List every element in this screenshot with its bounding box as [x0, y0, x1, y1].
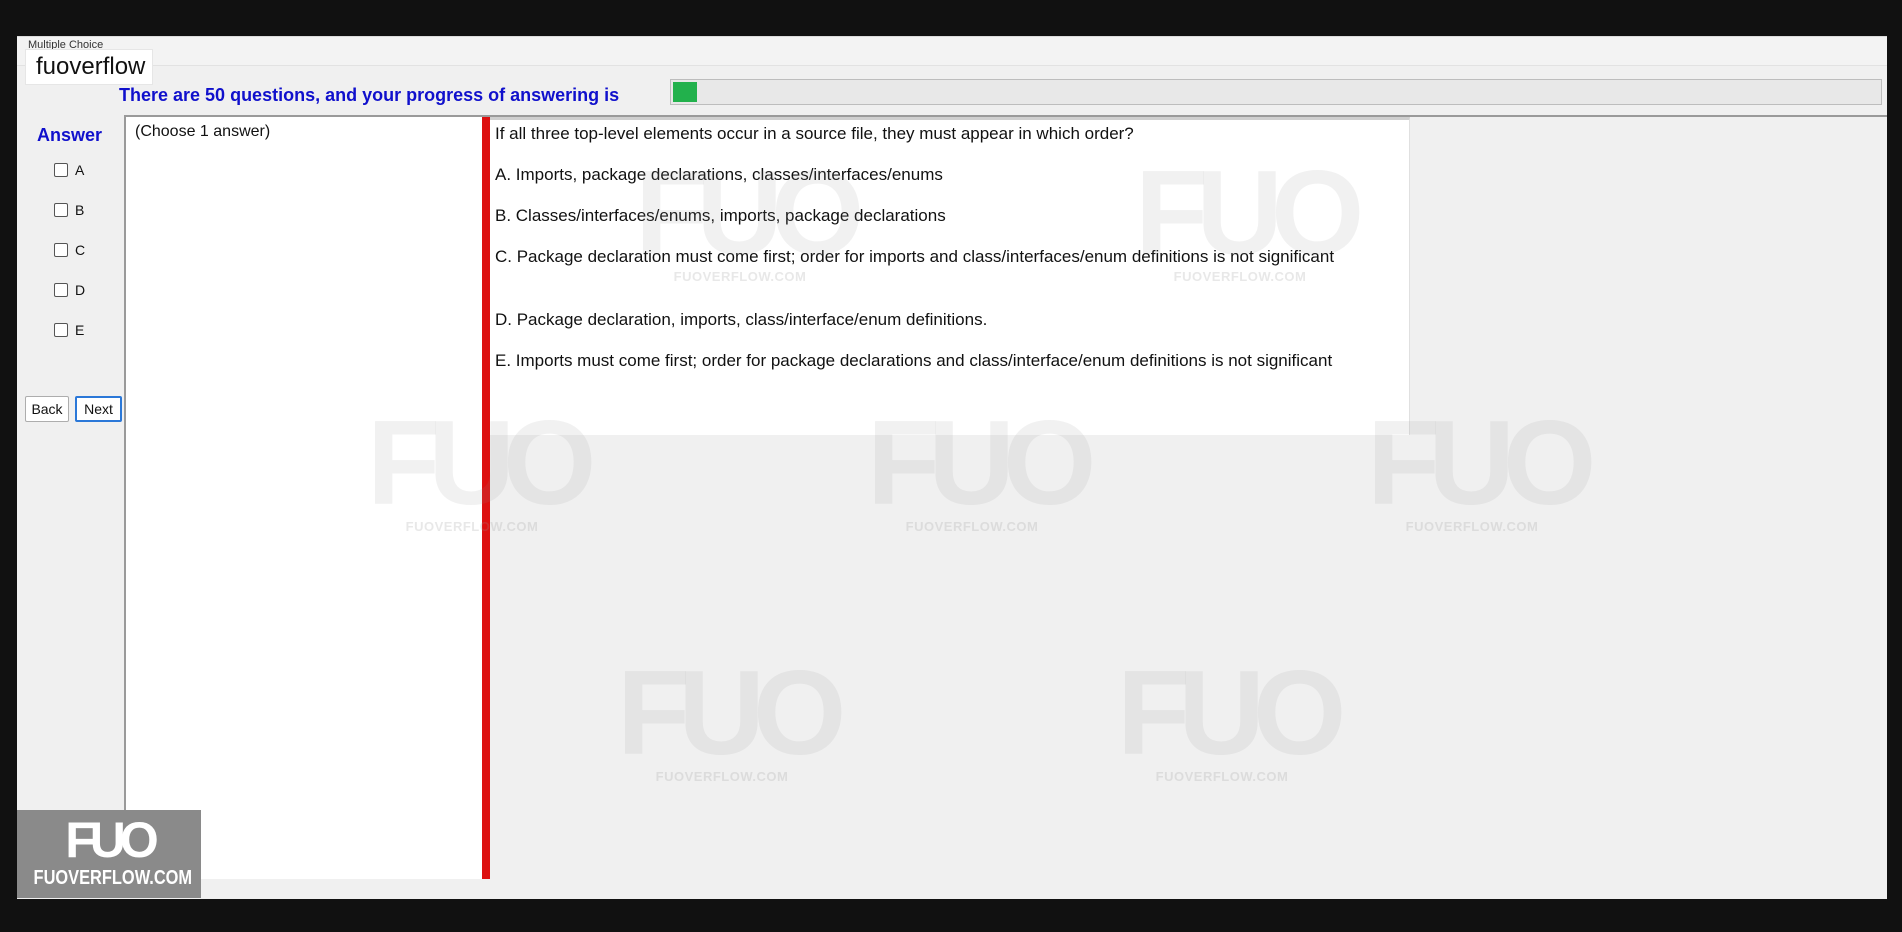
back-button[interactable]: Back	[25, 396, 69, 422]
title-strip: Multiple Choice	[17, 37, 1887, 66]
option-label-e: E	[75, 322, 85, 338]
checkbox-a[interactable]	[54, 163, 68, 177]
quiz-window: Multiple Choice fuoverflow There are 50 …	[17, 36, 1887, 899]
choice-e: E. Imports must come first; order for pa…	[495, 351, 1333, 370]
fuoverflow-logo: FUO FUOVERFLOW.COM	[17, 810, 201, 898]
next-button[interactable]: Next	[75, 396, 122, 422]
progress-fill	[673, 82, 697, 102]
question-text: If all three top-level elements occur in…	[495, 124, 1134, 143]
checkbox-b[interactable]	[54, 203, 68, 217]
watermark: FUO FUOVERFLOW.COM	[1367, 396, 1596, 534]
watermark: FUO FUOVERFLOW.COM	[1135, 146, 1364, 284]
logo-mark: FUO	[65, 812, 159, 868]
brand-label: fuoverflow	[25, 49, 153, 85]
answer-option-e[interactable]: E	[54, 322, 84, 338]
logo-site: FUOVERFLOW.COM	[33, 867, 193, 889]
checkbox-e[interactable]	[54, 323, 68, 337]
answer-option-c[interactable]: C	[54, 242, 85, 258]
option-label-d: D	[75, 282, 86, 298]
answer-option-b[interactable]: B	[54, 202, 84, 218]
progress-bar	[670, 79, 1882, 105]
option-label-c: C	[75, 242, 86, 258]
progress-label: There are 50 questions, and your progres…	[119, 85, 620, 105]
answer-title: Answer	[37, 125, 103, 145]
watermark: FUO FUOVERFLOW.COM	[617, 646, 846, 784]
choose-instruction: (Choose 1 answer)	[135, 123, 271, 140]
answer-option-a[interactable]: A	[54, 162, 84, 178]
checkbox-d[interactable]	[54, 283, 68, 297]
option-label-a: A	[75, 162, 85, 178]
checkbox-c[interactable]	[54, 243, 68, 257]
watermark: FUO FUOVERFLOW.COM	[867, 396, 1096, 534]
answer-option-d[interactable]: D	[54, 282, 85, 298]
choice-d: D. Package declaration, imports, class/i…	[495, 310, 988, 329]
watermark: FUO FUOVERFLOW.COM	[635, 146, 864, 284]
option-label-b: B	[75, 202, 85, 218]
watermark: FUO FUOVERFLOW.COM	[1117, 646, 1346, 784]
watermark: FUO FUOVERFLOW.COM	[367, 396, 596, 534]
